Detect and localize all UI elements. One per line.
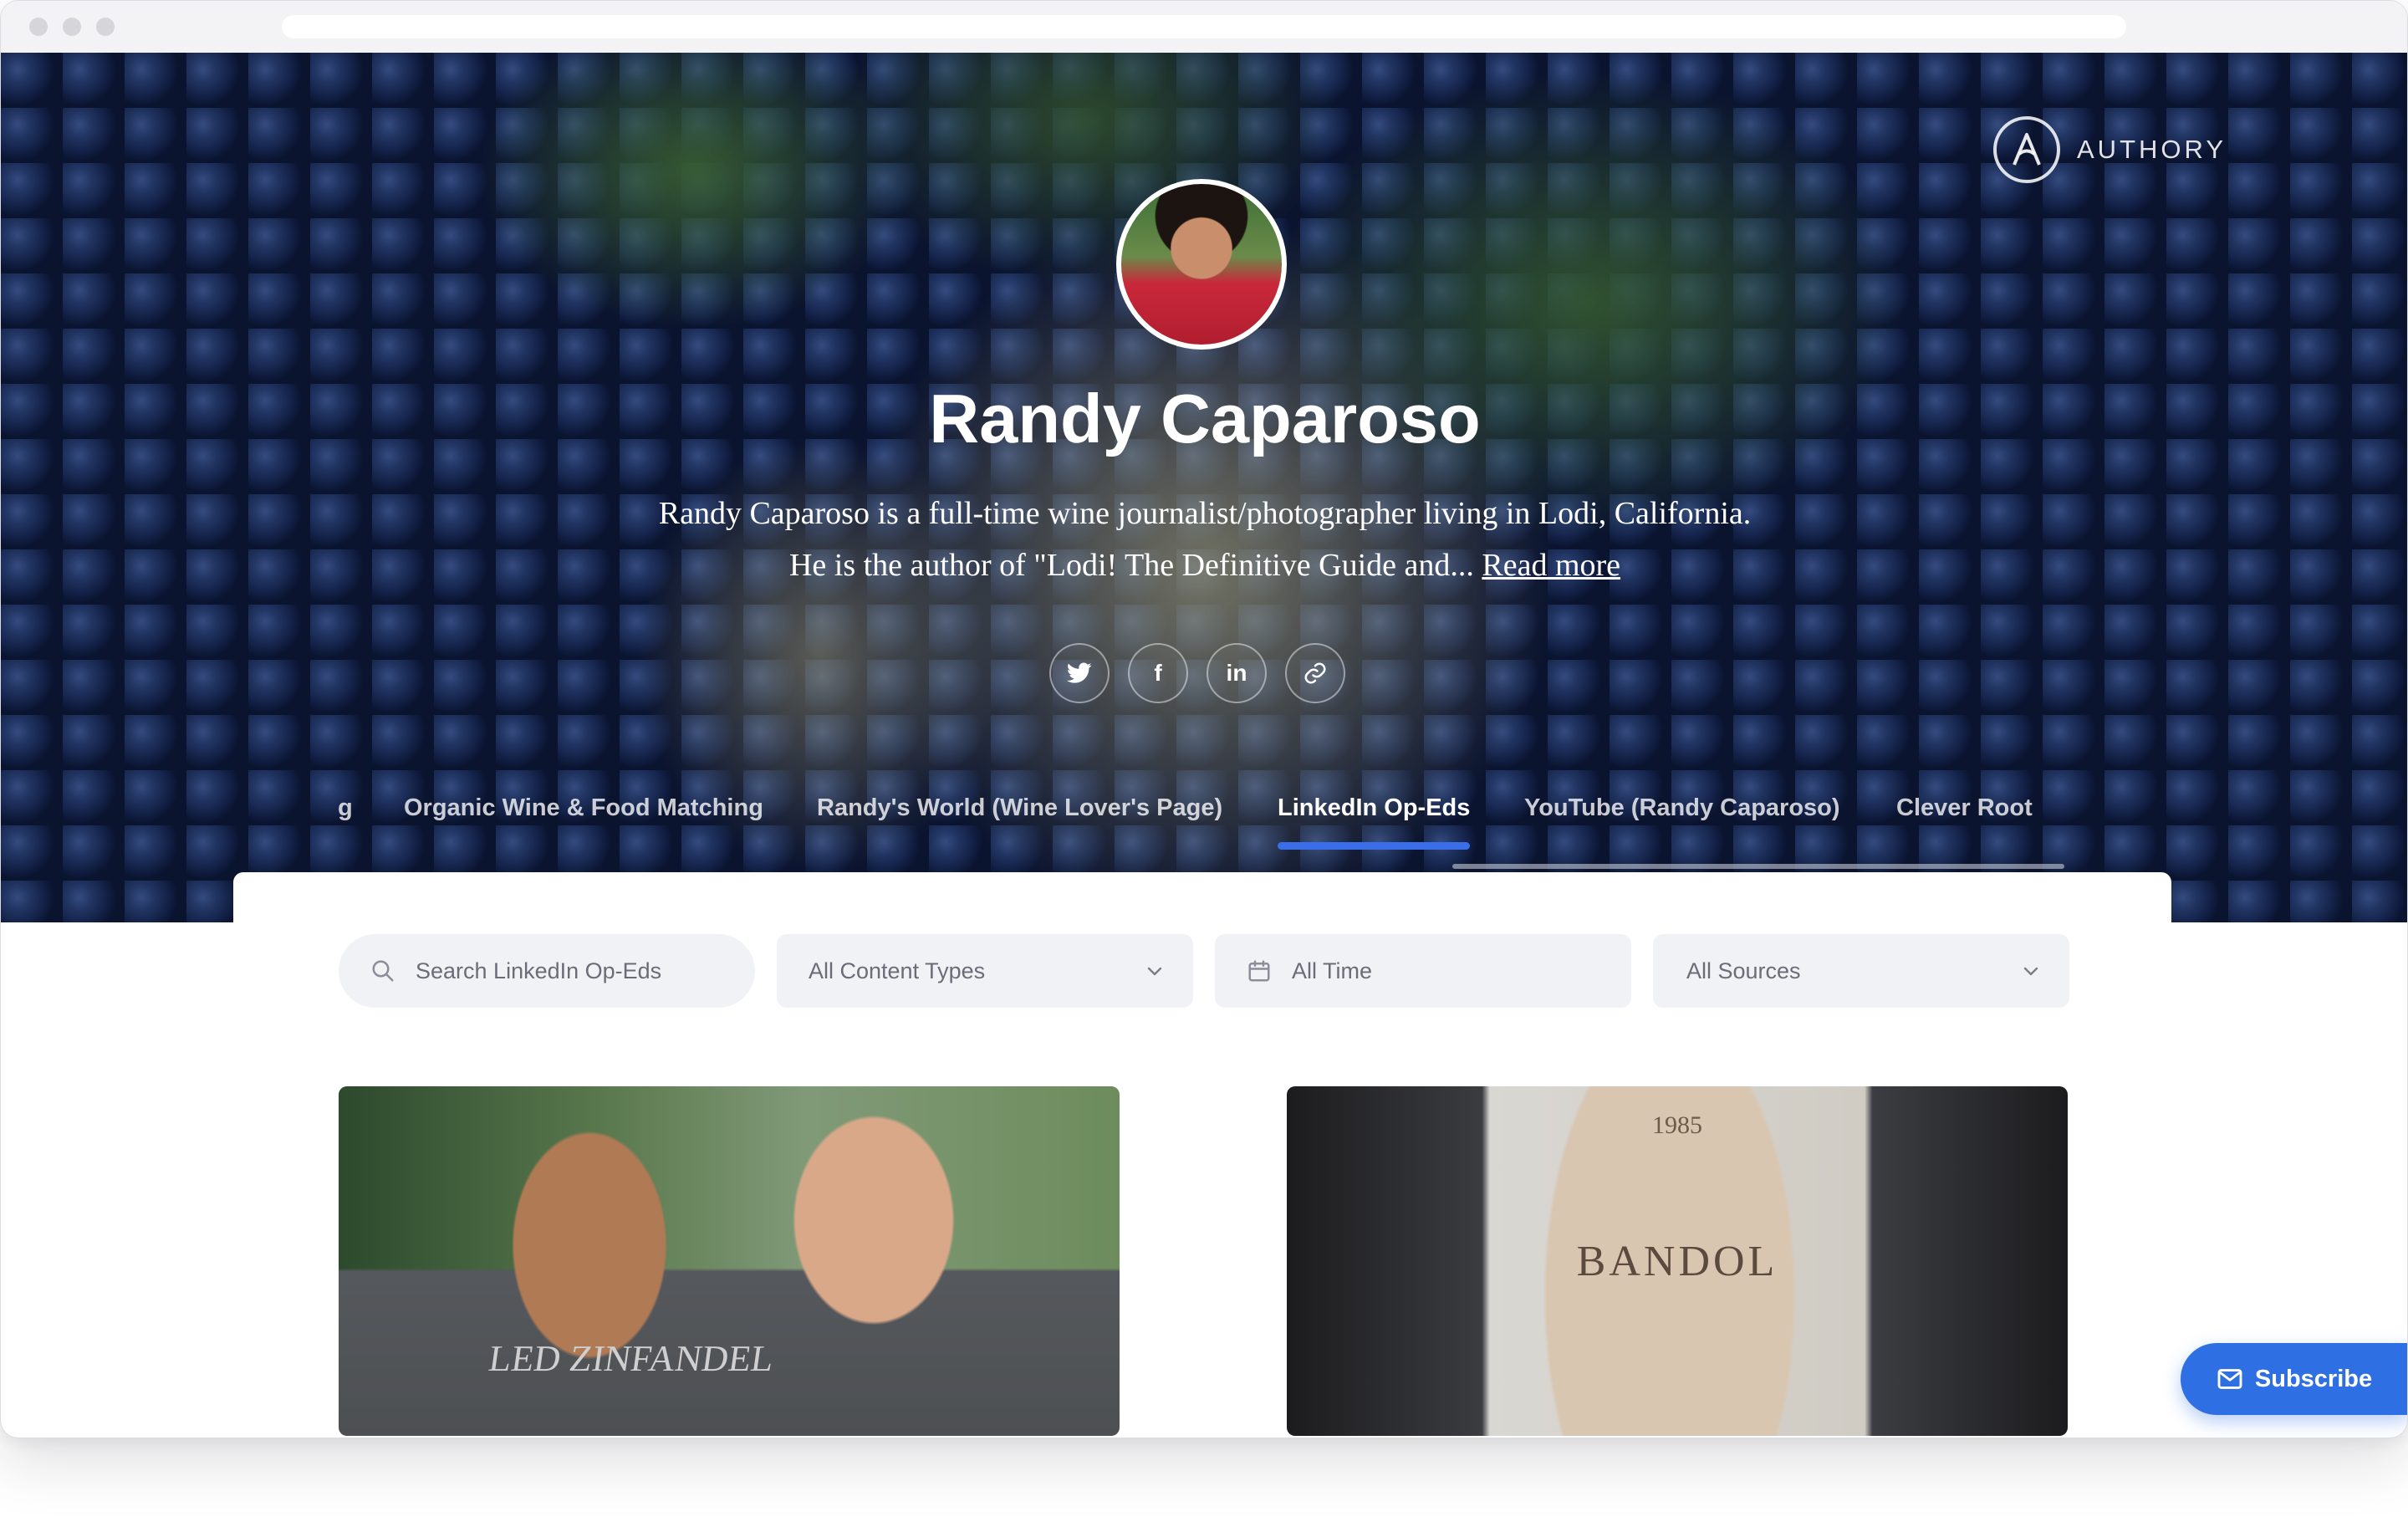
- article-card-image[interactable]: 1985 BANDOL: [1287, 1086, 2068, 1436]
- facebook-link[interactable]: f: [1128, 643, 1188, 703]
- window-maximize-dot[interactable]: [96, 18, 115, 36]
- subscribe-button[interactable]: Subscribe: [2181, 1343, 2407, 1415]
- profile-bio: Randy Caparoso is a full-time wine journ…: [536, 488, 1874, 591]
- tab-youtube[interactable]: YouTube (Randy Caparoso): [1524, 793, 1840, 851]
- bio-line-1: Randy Caparoso is a full-time wine journ…: [658, 496, 1752, 531]
- article-image-text: LED ZINFANDEL: [486, 1338, 777, 1379]
- authory-logo-text: AUTHORY: [2077, 135, 2227, 164]
- social-links: f in: [1049, 643, 1345, 703]
- tab-clever-root[interactable]: Clever Root: [1896, 793, 2033, 851]
- facebook-icon: f: [1154, 660, 1162, 686]
- search-box[interactable]: Search LinkedIn Op-Eds: [339, 934, 755, 1008]
- calendar-icon: [1248, 960, 1270, 982]
- authory-logo-icon: [1993, 116, 2060, 183]
- browser-window: AUTHORY Randy Caparoso Randy Caparoso is…: [0, 0, 2408, 1438]
- sources-dropdown[interactable]: All Sources: [1653, 934, 2069, 1008]
- linkedin-icon: in: [1226, 660, 1247, 686]
- time-filter[interactable]: All Time: [1215, 934, 1631, 1008]
- linkedin-link[interactable]: in: [1207, 643, 1267, 703]
- website-link[interactable]: [1285, 643, 1345, 703]
- content-types-dropdown[interactable]: All Content Types: [777, 934, 1193, 1008]
- source-tabs: g Organic Wine & Food Matching Randy's W…: [1, 793, 2407, 851]
- tab-linkedin-op-eds[interactable]: LinkedIn Op-Eds: [1278, 793, 1471, 851]
- link-icon: [1304, 662, 1326, 684]
- tab-organic-wine-food-matching[interactable]: Organic Wine & Food Matching: [404, 793, 763, 851]
- profile-name: Randy Caparoso: [929, 380, 1481, 457]
- tab-truncated[interactable]: g: [338, 793, 353, 851]
- tabs-scrollbar[interactable]: [1452, 864, 2064, 869]
- bio-line-2: He is the author of "Lodi! The Definitiv…: [536, 539, 1874, 591]
- sources-value: All Sources: [1686, 958, 1801, 983]
- twitter-link[interactable]: [1049, 643, 1110, 703]
- content-types-value: All Content Types: [809, 958, 986, 983]
- article-card-image[interactable]: LED ZINFANDEL: [339, 1086, 1120, 1436]
- window-close-dot[interactable]: [29, 18, 48, 36]
- authory-logo[interactable]: AUTHORY: [1993, 114, 2227, 186]
- mail-icon: [2217, 1369, 2242, 1389]
- browser-chrome: [1, 1, 2407, 54]
- tab-randys-world[interactable]: Randy's World (Wine Lover's Page): [817, 793, 1222, 851]
- article-image-label: BANDOL: [1576, 1238, 1778, 1285]
- address-bar[interactable]: [282, 15, 2126, 38]
- bio-line-2-text: He is the author of "Lodi! The Definitiv…: [788, 548, 1474, 583]
- window-minimize-dot[interactable]: [63, 18, 81, 36]
- time-filter-value: All Time: [1292, 958, 1373, 983]
- search-icon: [372, 960, 394, 982]
- chevron-down-icon: [2023, 967, 2038, 976]
- content-card: Search LinkedIn Op-Eds All Content Types…: [233, 872, 2171, 1438]
- search-input[interactable]: Search LinkedIn Op-Eds: [416, 958, 661, 984]
- twitter-icon: [1067, 662, 1092, 683]
- profile-avatar: [1116, 179, 1287, 350]
- read-more-link[interactable]: Read more: [1482, 548, 1620, 583]
- chevron-down-icon: [1147, 967, 1162, 976]
- article-image-year: 1985: [1652, 1111, 1702, 1139]
- subscribe-label: Subscribe: [2254, 1365, 2373, 1392]
